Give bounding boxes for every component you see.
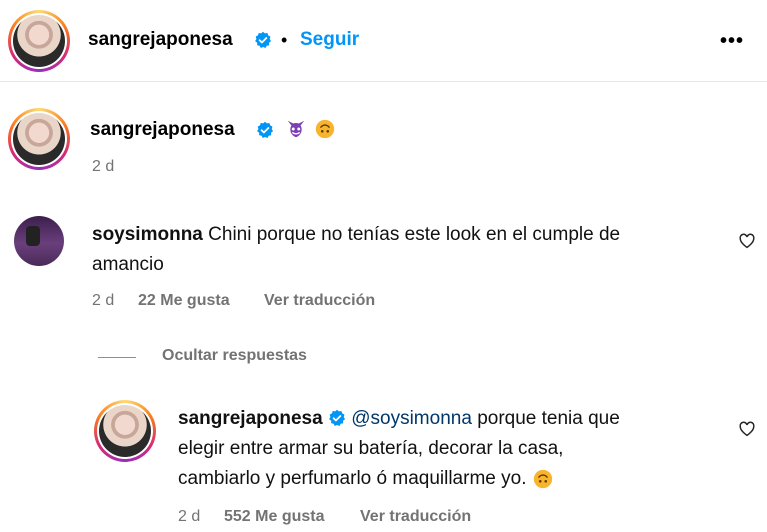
header-separator: •: [281, 30, 288, 50]
verified-badge-icon: [329, 409, 345, 426]
verified-badge-icon: [255, 31, 272, 48]
reply-timestamp: 2 d: [178, 508, 201, 525]
avatar-photo: [13, 113, 65, 165]
reply-translate-link[interactable]: Ver traducción: [360, 508, 471, 526]
reply-likes[interactable]: 552 Me gusta: [224, 508, 324, 526]
header-username[interactable]: sangrejaponesa: [88, 29, 233, 51]
caption-username[interactable]: sangrejaponesa: [90, 119, 235, 141]
comment-text-line2: amancio: [92, 254, 164, 275]
avatar-photo: [13, 15, 65, 67]
more-options-icon[interactable]: •••: [720, 30, 744, 53]
reply-text-line3: cambiarlo y perfumarlo ó maquillarme yo.: [178, 468, 527, 489]
like-heart-icon[interactable]: [738, 232, 756, 250]
comment-text-line1: Chini porque no tenías este look en el c…: [208, 224, 621, 245]
hide-replies-button[interactable]: Ocultar respuestas: [162, 347, 307, 365]
reply-username[interactable]: sangrejaponesa: [178, 408, 323, 429]
comment-username[interactable]: soysimonna: [92, 224, 203, 245]
avatar[interactable]: [8, 10, 70, 72]
caption-timestamp: 2 d: [92, 158, 115, 175]
comment-translate-link[interactable]: Ver traducción: [264, 292, 375, 310]
comment-likes[interactable]: 22 Me gusta: [138, 292, 230, 310]
avatar-photo: [99, 405, 151, 457]
verified-badge-icon: [257, 121, 274, 138]
reply-avatar[interactable]: [94, 400, 156, 462]
follow-button[interactable]: Seguir: [300, 29, 359, 51]
replies-divider: [98, 357, 136, 358]
reply-body: sangrejaponesa @soysimonna porque tenia …: [178, 404, 738, 494]
comment-timestamp: 2 d: [92, 292, 115, 309]
post-header: sangrejaponesa • Seguir •••: [0, 0, 767, 82]
comment-body: soysimonna Chini porque no tenías este l…: [92, 220, 712, 280]
devil-face-emoji-icon: [287, 120, 305, 138]
caption-avatar[interactable]: [8, 108, 70, 170]
reply-text-line1: porque tenia que: [477, 408, 620, 429]
upside-down-smile-emoji-icon: [315, 119, 335, 139]
upside-down-smile-emoji-icon: [533, 469, 552, 489]
comment-avatar[interactable]: [14, 216, 64, 266]
reply-mention-link[interactable]: @soysimonna: [351, 408, 472, 429]
reply-text-line2: elegir entre armar su batería, decorar l…: [178, 438, 564, 459]
like-heart-icon[interactable]: [738, 420, 756, 438]
